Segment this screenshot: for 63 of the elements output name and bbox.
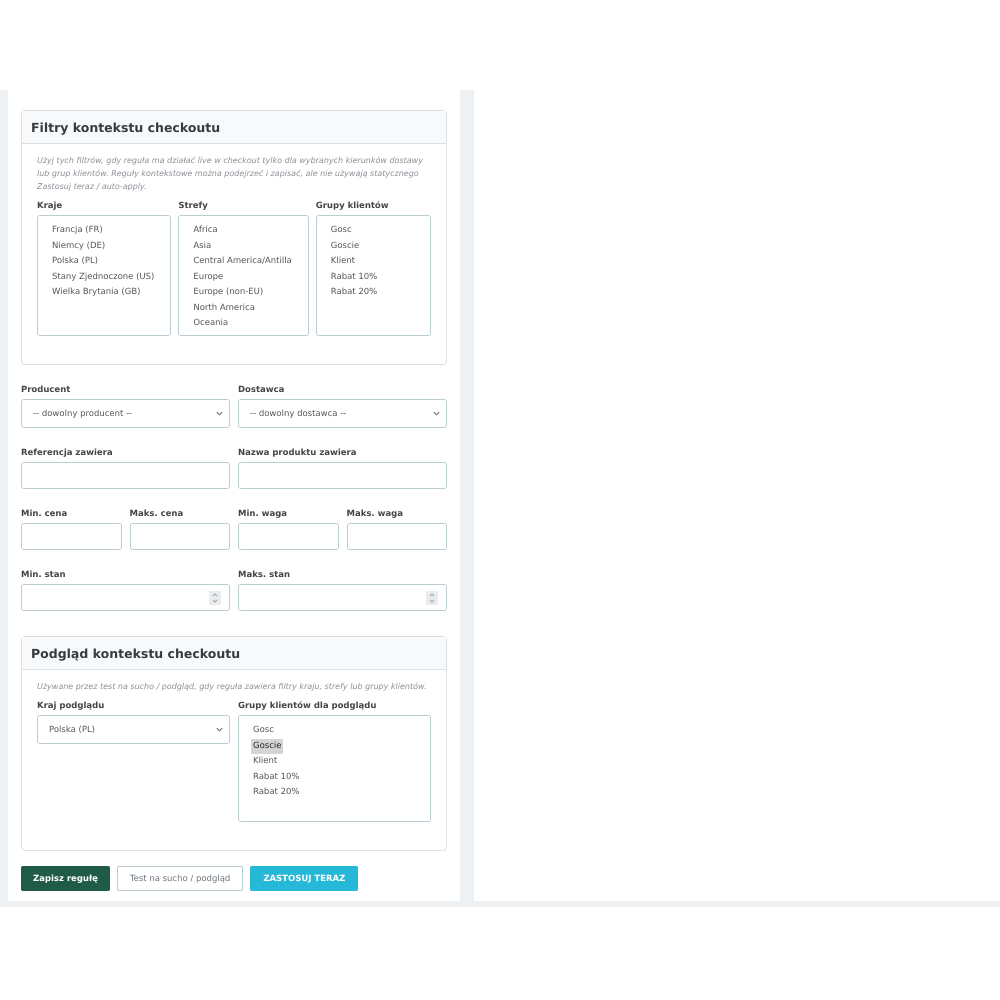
listbox[interactable]: Africa Asia Central America/Antilla Europe Europe (non-EU) North America Oceania	[178, 215, 309, 336]
field-label: Grupy klientów	[316, 201, 390, 211]
number-field[interactable]	[238, 584, 447, 611]
dropdown[interactable]: -- dowolny producent --	[21, 399, 230, 428]
field-label: Kraj podglądu	[37, 701, 106, 711]
list-option[interactable]: Klient	[328, 254, 358, 270]
card-title: Filtry kontekstu checkoutu	[31, 120, 220, 134]
list-option[interactable]: Rabat 20%	[328, 285, 380, 300]
listbox[interactable]: Gosc Goscie Klient Rabat 10% Rabat 20%	[316, 215, 431, 336]
field-label: Nazwa produktu zawiera	[238, 448, 358, 458]
input-field[interactable]	[21, 462, 230, 489]
card-title: Podgląd kontekstu checkoutu	[31, 646, 240, 660]
field-label: Min. cena	[21, 509, 68, 519]
field-label: Grupy klientów dla podglądu	[238, 701, 378, 711]
list-option[interactable]: Rabat 10%	[328, 270, 380, 285]
list-option[interactable]: Europe (non-EU)	[191, 285, 266, 300]
dropdown[interactable]: -- dowolny dostawca --	[238, 399, 447, 428]
list-option[interactable]: Francja (FR)	[50, 223, 105, 238]
list-option[interactable]: Oceania	[191, 316, 230, 332]
field-label: Producent	[21, 385, 72, 395]
field-label: Dostawca	[238, 385, 286, 395]
list-option[interactable]: Rabat 10%	[251, 770, 302, 785]
input-field[interactable]	[346, 523, 447, 550]
list-option[interactable]: Gosc	[251, 723, 276, 738]
spinner-icon[interactable]	[426, 590, 438, 604]
list-option[interactable]: Klient	[251, 754, 280, 770]
field-label: Min. waga	[238, 509, 288, 519]
field-label: Referencja zawiera	[21, 448, 114, 458]
list-option[interactable]: Goscie	[328, 238, 362, 254]
input-field[interactable]	[238, 462, 447, 489]
hint-text: Używane przez test na sucho / podgląd, gdy reguła zawiera filtry kraju, strefy lub grupy klientów.	[37, 681, 428, 693]
field-label: Maks. waga	[346, 509, 404, 519]
list-option[interactable]: North America	[191, 300, 257, 316]
list-option[interactable]: Gosc	[328, 223, 354, 238]
hint-text: Użyj tych filtrów, gdy reguła ma działać live w checkout tylko dla wybranych kierunków dostawy lub grup klientów. Reguły kontekstowe można podejrzeć i zapisać, ale nie używają statycznego Zastosuj teraz / auto-apply.	[37, 155, 424, 193]
list-option[interactable]: Stany Zjednoczone (US)	[50, 270, 156, 285]
button[interactable]: Test na sucho / podgląd	[116, 866, 244, 891]
input-field[interactable]	[130, 523, 230, 550]
field-label: Maks. cena	[130, 509, 184, 519]
chevron-down-icon	[216, 727, 223, 732]
field-label: Min. stan	[21, 570, 67, 580]
chevron-down-icon	[433, 411, 440, 416]
field-label: Strefy	[178, 201, 209, 211]
spinner-icon[interactable]	[209, 590, 221, 604]
button[interactable]: Zapisz regułę	[21, 866, 110, 891]
list-option[interactable]: Rabat 20%	[251, 785, 302, 800]
list-option[interactable]: Asia	[191, 238, 214, 254]
dropdown[interactable]: Polska (PL)	[37, 715, 230, 744]
list-option[interactable]: Goscie	[251, 738, 284, 754]
listbox[interactable]: Gosc Goscie Klient Rabat 10% Rabat 20%	[238, 715, 431, 822]
input-field[interactable]	[238, 523, 338, 550]
list-option[interactable]: Africa	[191, 223, 220, 238]
field-label: Kraje	[37, 201, 64, 211]
field-label: Maks. stan	[238, 570, 292, 580]
number-field[interactable]	[21, 584, 230, 611]
list-option[interactable]: Central America/Antilla	[191, 254, 294, 270]
input-field[interactable]	[21, 523, 122, 550]
list-option[interactable]: Wielka Brytania (GB)	[50, 285, 142, 300]
list-option[interactable]: Europe	[191, 270, 226, 285]
chevron-down-icon	[216, 411, 223, 416]
listbox[interactable]: Francja (FR) Niemcy (DE) Polska (PL) Stany Zjednoczone (US) Wielka Brytania (GB)	[37, 215, 172, 336]
list-option[interactable]: Polska (PL)	[50, 254, 100, 270]
list-option[interactable]: Niemcy (DE)	[50, 238, 108, 254]
